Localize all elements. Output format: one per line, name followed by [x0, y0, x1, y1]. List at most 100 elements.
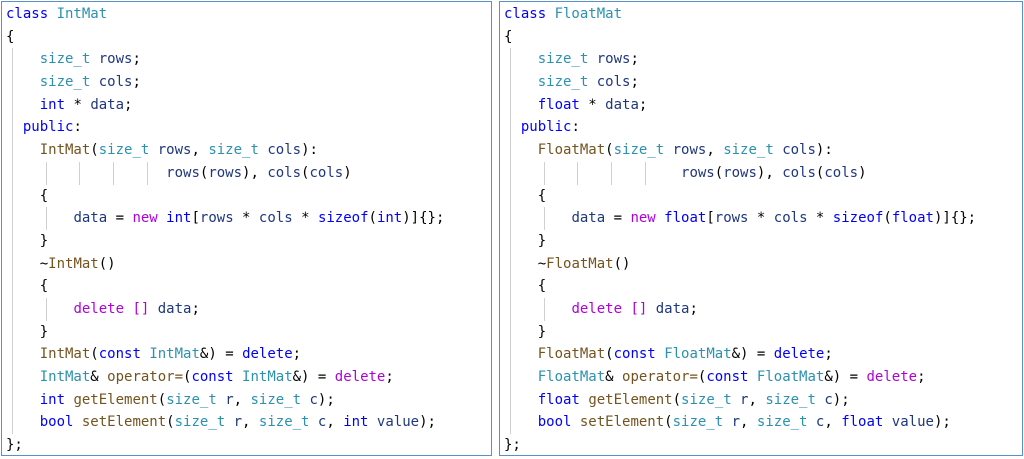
code-token: cols	[773, 142, 816, 159]
code-line: IntMat(size_t rows, size_t cols):	[6, 139, 491, 162]
code-line: int getElement(size_t r, size_t c);	[6, 388, 491, 412]
code-token: ,	[326, 414, 344, 431]
code-line: {	[6, 275, 491, 298]
code-token: =	[605, 210, 631, 227]
code-line: FloatMat(const FloatMat&) = delete;	[504, 343, 1022, 366]
code-token: int	[343, 414, 369, 431]
code-editor-intmat[interactable]: class IntMat{ size_t rows; size_t cols; …	[6, 3, 491, 455]
code-token: {	[537, 187, 547, 204]
indent-guide	[12, 116, 13, 140]
code-token: FloatMat	[554, 6, 623, 22]
code-token: ),	[242, 164, 268, 181]
code-token: IntMat	[56, 6, 108, 22]
indent-guide	[12, 252, 13, 276]
code-line: rows(rows), cols(cols)	[6, 161, 491, 185]
code-token: ,	[706, 142, 724, 159]
code-token: r	[723, 414, 741, 431]
indent-guide	[510, 411, 511, 435]
code-token: {	[504, 28, 513, 45]
indent-guide	[146, 161, 148, 185]
code-token: }	[39, 323, 49, 340]
code-line: IntMat(const IntMat&) = delete;	[6, 343, 491, 366]
code-token: class	[6, 6, 57, 22]
code-token: float	[655, 210, 707, 227]
code-token: );	[933, 414, 951, 431]
code-token: ;	[385, 369, 394, 385]
code-token: size_t	[756, 414, 808, 431]
indent-guide	[510, 388, 511, 412]
code-line: delete [] data;	[504, 297, 1022, 321]
code-token: &	[90, 369, 108, 385]
code-token: data	[571, 210, 606, 227]
code-token: IntMat	[39, 369, 91, 385]
code-token: );	[419, 414, 436, 431]
code-token: new	[630, 210, 656, 227]
code-token: IntMat	[39, 346, 91, 363]
code-token: (	[157, 391, 167, 408]
code-token: ,	[191, 142, 209, 159]
indent-guide	[12, 48, 13, 72]
code-token: (	[605, 346, 614, 363]
code-token: ;	[132, 51, 141, 68]
code-token: size_t	[723, 142, 774, 159]
code-token: rows	[681, 164, 715, 181]
code-token: sizeof	[317, 210, 369, 227]
code-token: *	[292, 210, 318, 227]
code-token: []	[132, 300, 150, 317]
code-token: setElement	[81, 414, 167, 431]
indent-guide	[510, 320, 511, 344]
code-token: };	[6, 437, 23, 454]
code-line: rows(rows), cols(cols)	[504, 161, 1022, 185]
code-token: *	[807, 210, 833, 227]
code-token: value	[883, 414, 934, 431]
code-token: size_t	[681, 391, 732, 408]
indent-guide	[12, 71, 13, 94]
code-token: float	[537, 96, 580, 113]
code-token: ;	[630, 74, 639, 91]
code-token: int	[376, 210, 403, 227]
code-token: ):	[815, 142, 833, 159]
code-token: float	[891, 210, 934, 227]
indent-guide	[45, 297, 47, 321]
code-panel-floatmat[interactable]: class FloatMat { size_t rows; size_t cols…	[499, 1, 1023, 456]
code-token: getElement	[73, 391, 158, 408]
code-editor-floatmat[interactable]: class FloatMat { size_t rows; size_t cols…	[504, 3, 1022, 455]
code-token: size_t	[39, 51, 91, 68]
code-panel-intmat[interactable]: class IntMat{ size_t rows; size_t cols; …	[1, 1, 492, 456]
code-token: ~	[537, 255, 547, 272]
code-token: rows	[149, 142, 192, 159]
code-line: ~FloatMat()	[504, 252, 1022, 276]
code-line: class IntMat	[6, 3, 491, 26]
indent-guide	[12, 297, 13, 321]
code-line: {	[6, 26, 491, 49]
code-token: IntMat	[48, 255, 99, 272]
code-line: FloatMat& operator=(const FloatMat&) = d…	[504, 366, 1022, 389]
code-token: }	[39, 232, 49, 249]
code-token: int	[39, 391, 66, 408]
indent-guide	[510, 116, 511, 140]
code-token: int	[39, 96, 66, 113]
code-token: rows	[714, 210, 749, 227]
code-token: &) =	[731, 346, 774, 363]
code-token: r	[225, 414, 243, 431]
code-line: size_t rows;	[6, 48, 491, 72]
code-line: data = new int[rows * cols * sizeof(int)…	[6, 207, 491, 230]
indent-guide	[510, 139, 511, 162]
code-token: }	[537, 232, 547, 249]
code-token: FloatMat	[664, 346, 732, 363]
code-token: FloatMat	[756, 369, 825, 385]
code-token: {	[39, 278, 49, 295]
code-line: size_t rows;	[504, 48, 1022, 72]
code-token: {	[6, 28, 15, 45]
code-line: };	[504, 434, 1022, 455]
code-token: size_t	[258, 414, 310, 431]
indent-guide	[510, 252, 511, 276]
code-token: delete	[571, 300, 623, 317]
code-token: ;	[124, 96, 133, 113]
code-line: }	[6, 229, 491, 253]
